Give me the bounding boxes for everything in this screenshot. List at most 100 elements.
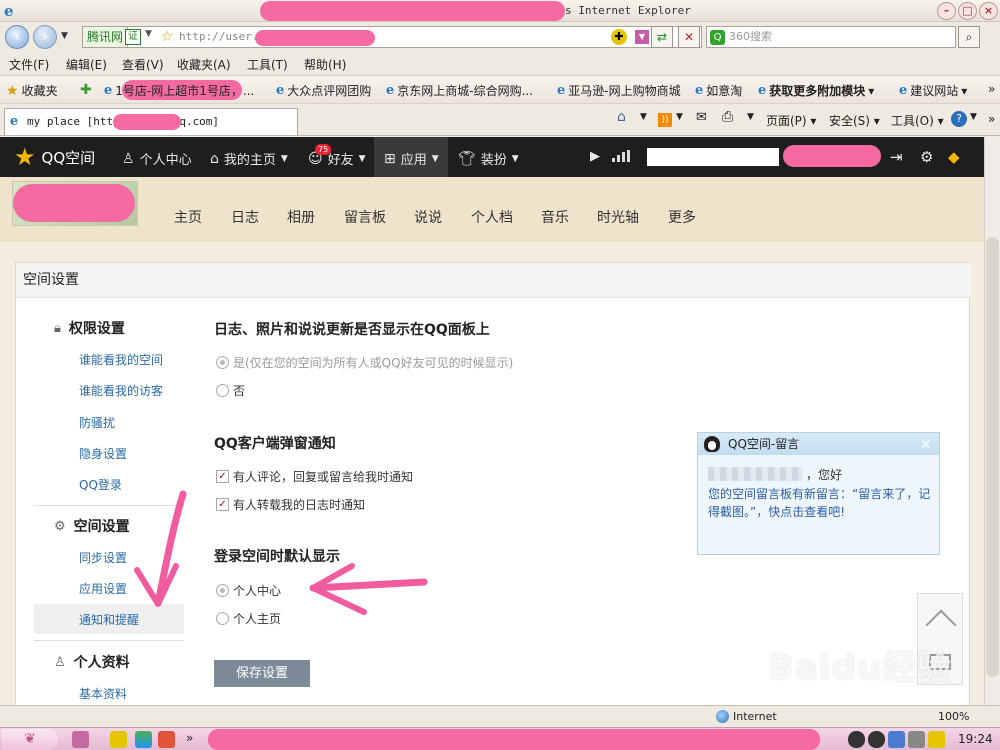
notification-message[interactable]: 您的空间留言板有新留言：“留言来了，记得截图。”，快点击查看吧! bbox=[708, 485, 932, 521]
menu-view[interactable]: 查看(V) bbox=[122, 56, 164, 73]
minimize-button[interactable]: – bbox=[937, 2, 956, 20]
mainnav-music[interactable]: 音乐 bbox=[541, 207, 569, 227]
tray-qq-icon[interactable] bbox=[848, 731, 865, 748]
nav-apps[interactable]: ⊞ 应用 ▼ bbox=[384, 149, 439, 169]
radio-panel-no[interactable]: 否 bbox=[216, 382, 245, 399]
qzone-search-input[interactable] bbox=[647, 148, 779, 166]
tools-menu[interactable]: 工具(O) ▾ bbox=[891, 112, 944, 129]
mainnav-album[interactable]: 相册 bbox=[287, 207, 315, 227]
start-button[interactable]: ❦ bbox=[2, 729, 58, 750]
mainnav-blog[interactable]: 日志 bbox=[231, 207, 259, 227]
mainnav-profile[interactable]: 个人档 bbox=[471, 207, 513, 227]
sidebar-item-who-can-view[interactable]: 谁能看我的空间 bbox=[79, 351, 163, 368]
menu-edit[interactable]: 编辑(E) bbox=[66, 56, 107, 73]
checkbox-repost-notify[interactable]: ✓ 有人转载我的日志时通知 bbox=[216, 496, 365, 513]
mail-icon[interactable]: ✉ bbox=[696, 110, 707, 125]
radio-default-home[interactable]: 个人主页 bbox=[216, 610, 281, 627]
quicklaunch-icon[interactable] bbox=[72, 731, 89, 748]
menu-tools[interactable]: 工具(T) bbox=[247, 56, 288, 73]
diamond-icon[interactable]: ◆ bbox=[948, 148, 960, 166]
menu-help[interactable]: 帮助(H) bbox=[304, 56, 346, 73]
radio-default-center[interactable]: 个人中心 bbox=[216, 582, 281, 599]
maximize-button[interactable]: □ bbox=[958, 2, 977, 20]
sidebar-item-sync[interactable]: 同步设置 bbox=[79, 549, 127, 566]
fav-item-jd[interactable]: e 京东网上商城-综合网购... bbox=[386, 82, 533, 99]
sidebar-item-who-sees-visitors[interactable]: 谁能看我的访客 bbox=[79, 382, 163, 399]
quicklaunch-icon[interactable] bbox=[158, 731, 175, 748]
taskbar-overflow-icon[interactable]: » bbox=[186, 731, 193, 745]
favbar-overflow-icon[interactable]: » bbox=[988, 82, 995, 96]
gear-icon[interactable]: ⚙ bbox=[920, 148, 933, 166]
help-icon[interactable]: ? bbox=[951, 111, 967, 127]
sidebar-item-basic-info[interactable]: 基本资料 bbox=[79, 685, 127, 702]
quicklaunch-icon[interactable] bbox=[135, 731, 152, 748]
radio-panel-yes[interactable]: 是(仅在您的空间为所有人或QQ好友可见的时候显示) bbox=[216, 354, 513, 371]
rss-icon[interactable]: )) bbox=[658, 113, 672, 127]
zoom-level[interactable]: 100% bbox=[938, 710, 969, 723]
nav-decorate[interactable]: 👕︎ 装扮 ▼ bbox=[458, 149, 519, 169]
mainnav-messageboard[interactable]: 留言板 bbox=[344, 207, 386, 227]
nav-personal-center[interactable]: ♙ 个人中心 bbox=[122, 149, 192, 169]
mainnav-more[interactable]: 更多 bbox=[668, 207, 696, 227]
back-to-top-icon[interactable] bbox=[925, 609, 957, 641]
tab-qzone[interactable]: e my place [http .qzone.qq.com] bbox=[4, 108, 298, 135]
volume-bars-icon[interactable] bbox=[612, 150, 630, 162]
avatar[interactable] bbox=[12, 181, 138, 226]
checkbox-comment-notify[interactable]: ✓ 有人评论，回复或留言给我时通知 bbox=[216, 468, 413, 485]
help-dropdown-icon[interactable]: ▼ bbox=[970, 112, 977, 122]
fav-item-dianping[interactable]: e 大众点评网团购 bbox=[276, 82, 371, 99]
logout-icon[interactable]: ⇥ bbox=[890, 148, 903, 166]
cmdbar-overflow-icon[interactable]: » bbox=[988, 112, 995, 126]
qq-notification-popup[interactable]: QQ空间-留言 ✕ ，您好 您的空间留言板有新留言：“留言来了，记得截图。”，快… bbox=[697, 432, 940, 555]
play-icon[interactable]: ▶ bbox=[590, 149, 600, 164]
safety-menu[interactable]: 安全(S) ▾ bbox=[829, 112, 880, 129]
stop-icon[interactable]: ✕ bbox=[678, 26, 700, 48]
address-dropdown-icon[interactable]: ▼ bbox=[635, 30, 649, 44]
site-dropdown-icon[interactable]: ▼ bbox=[145, 29, 152, 39]
rss-dropdown-icon[interactable]: ▼ bbox=[676, 112, 683, 122]
menu-favorites[interactable]: 收藏夹(A) bbox=[177, 56, 231, 73]
tray-volume-icon[interactable] bbox=[908, 731, 925, 748]
close-icon[interactable]: ✕ bbox=[920, 435, 931, 457]
sidebar-item-app-settings[interactable]: 应用设置 bbox=[79, 580, 127, 597]
page-menu[interactable]: 页面(P) ▾ bbox=[766, 112, 816, 129]
mainnav-home[interactable]: 主页 bbox=[174, 207, 202, 227]
history-dropdown-icon[interactable]: ▼ bbox=[61, 31, 68, 41]
quicklaunch-icon[interactable] bbox=[110, 731, 127, 748]
save-button[interactable]: 保存设置 bbox=[214, 660, 310, 687]
mainnav-timeline[interactable]: 时光轴 bbox=[597, 207, 639, 227]
home-dropdown-icon[interactable]: ▼ bbox=[640, 112, 647, 122]
forward-button[interactable]: › bbox=[33, 25, 57, 49]
nav-my-home[interactable]: ⌂ 我的主页 ▼ bbox=[210, 149, 288, 169]
menu-file[interactable]: 文件(F) bbox=[9, 56, 49, 73]
home-icon[interactable]: ⌂ bbox=[617, 109, 626, 125]
add-favorite-icon[interactable]: ✚ bbox=[80, 82, 92, 98]
favorites-button[interactable]: ★ 收藏夹 bbox=[6, 82, 58, 99]
search-icon[interactable]: ⌕ bbox=[958, 26, 980, 48]
close-button[interactable]: × bbox=[979, 2, 998, 20]
speed-mode-icon[interactable]: ✚ bbox=[611, 29, 627, 45]
fav-item-yhd[interactable]: e 1号店-网上超市1号店，... bbox=[104, 82, 254, 99]
fav-item-suggested[interactable]: e 建议网站 ▾ bbox=[899, 82, 967, 99]
mainnav-shuoshuo[interactable]: 说说 bbox=[414, 207, 442, 227]
sidebar-item-qq-login[interactable]: QQ登录 bbox=[79, 476, 122, 493]
tray-qq-icon[interactable] bbox=[868, 731, 885, 748]
refresh-icon[interactable]: ⇄ bbox=[651, 26, 673, 48]
scrollbar-thumb[interactable] bbox=[986, 237, 999, 677]
print-dropdown-icon[interactable]: ▼ bbox=[747, 112, 754, 122]
fav-item-addons[interactable]: e 获取更多附加模块 ▾ bbox=[758, 82, 874, 99]
tray-app-icon[interactable] bbox=[928, 731, 945, 748]
qzone-logo[interactable]: ★ QQ空间 bbox=[14, 144, 95, 170]
sidebar-item-anti-harass[interactable]: 防骚扰 bbox=[79, 414, 115, 431]
sidebar-item-notifications[interactable]: 通知和提醒 bbox=[79, 611, 139, 628]
sidebar-item-invisible[interactable]: 隐身设置 bbox=[79, 445, 127, 462]
fav-item-amazon[interactable]: e 亚马逊-网上购物商城 bbox=[557, 82, 681, 99]
fav-item-ruyitao[interactable]: e 如意淘 bbox=[695, 82, 742, 99]
favorite-star-icon[interactable]: ☆ bbox=[161, 27, 174, 47]
back-button[interactable]: ‹ bbox=[5, 25, 29, 49]
print-icon[interactable]: ⎙ bbox=[722, 109, 733, 125]
url-field[interactable]: 腾讯网 证 ▼ ☆ http://user.q /myhome ✚ ▼ bbox=[82, 26, 702, 48]
search-input[interactable]: Q 360搜索 bbox=[706, 26, 956, 48]
tray-network-icon[interactable] bbox=[888, 731, 905, 748]
vertical-scrollbar[interactable] bbox=[984, 137, 1000, 705]
